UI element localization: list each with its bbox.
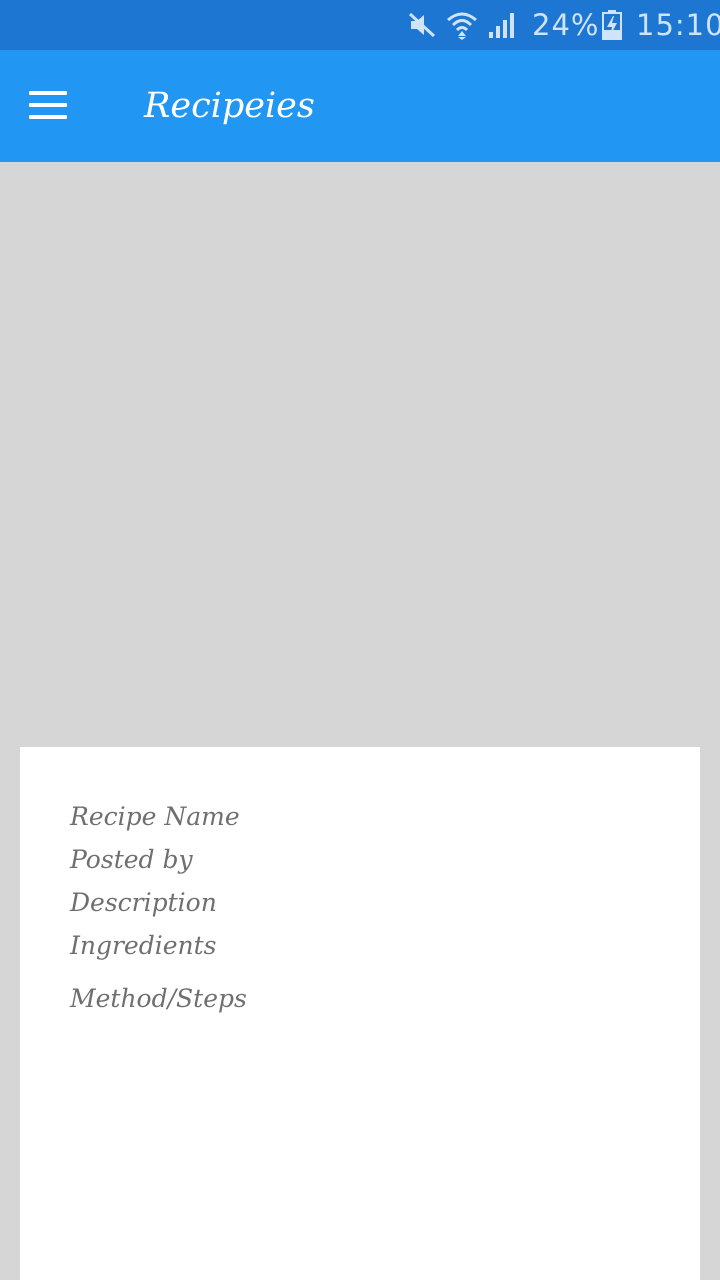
method-steps-label: Method/Steps (70, 984, 247, 1013)
hamburger-menu-icon[interactable] (18, 76, 78, 136)
mute-icon (406, 10, 438, 40)
description-label: Description (70, 888, 217, 917)
clock: 15:10 (636, 8, 720, 42)
posted-by-label: Posted by (70, 845, 193, 874)
status-bar: 24% 15:10 (0, 0, 720, 50)
battery-charging-icon (601, 10, 623, 40)
recipe-card: Recipe Name Posted by Description Ingred… (20, 747, 700, 1280)
wifi-icon (446, 10, 478, 40)
recipe-name-label: Recipe Name (70, 802, 240, 831)
recipe-image-placeholder (0, 162, 720, 747)
signal-icon (486, 10, 520, 40)
battery-percent: 24% (532, 8, 600, 42)
ingredients-label: Ingredients (70, 931, 217, 960)
app-bar: Recipeies (0, 50, 720, 162)
page-title: Recipeies (144, 86, 315, 126)
